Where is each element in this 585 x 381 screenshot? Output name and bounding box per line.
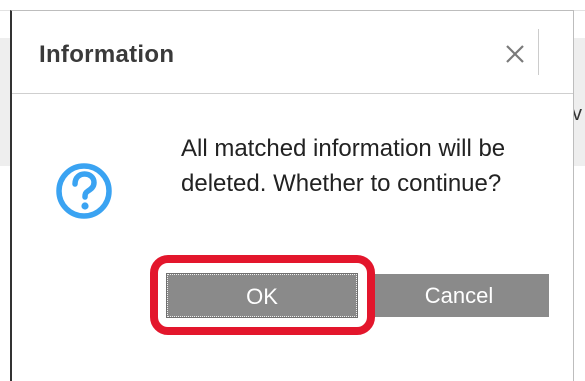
close-button[interactable]: [498, 37, 532, 71]
information-dialog: Information All matched information will…: [10, 10, 574, 381]
ok-button[interactable]: OK: [166, 273, 358, 318]
dialog-title: Information: [39, 41, 175, 68]
close-icon: [506, 45, 524, 63]
screen: v Information All matched information wi…: [0, 0, 585, 381]
dialog-header: Information: [12, 11, 573, 94]
question-icon: [56, 163, 112, 219]
cancel-button[interactable]: Cancel: [369, 274, 549, 317]
dialog-message: All matched information will be deleted.…: [181, 135, 506, 197]
header-separator: [538, 29, 539, 75]
